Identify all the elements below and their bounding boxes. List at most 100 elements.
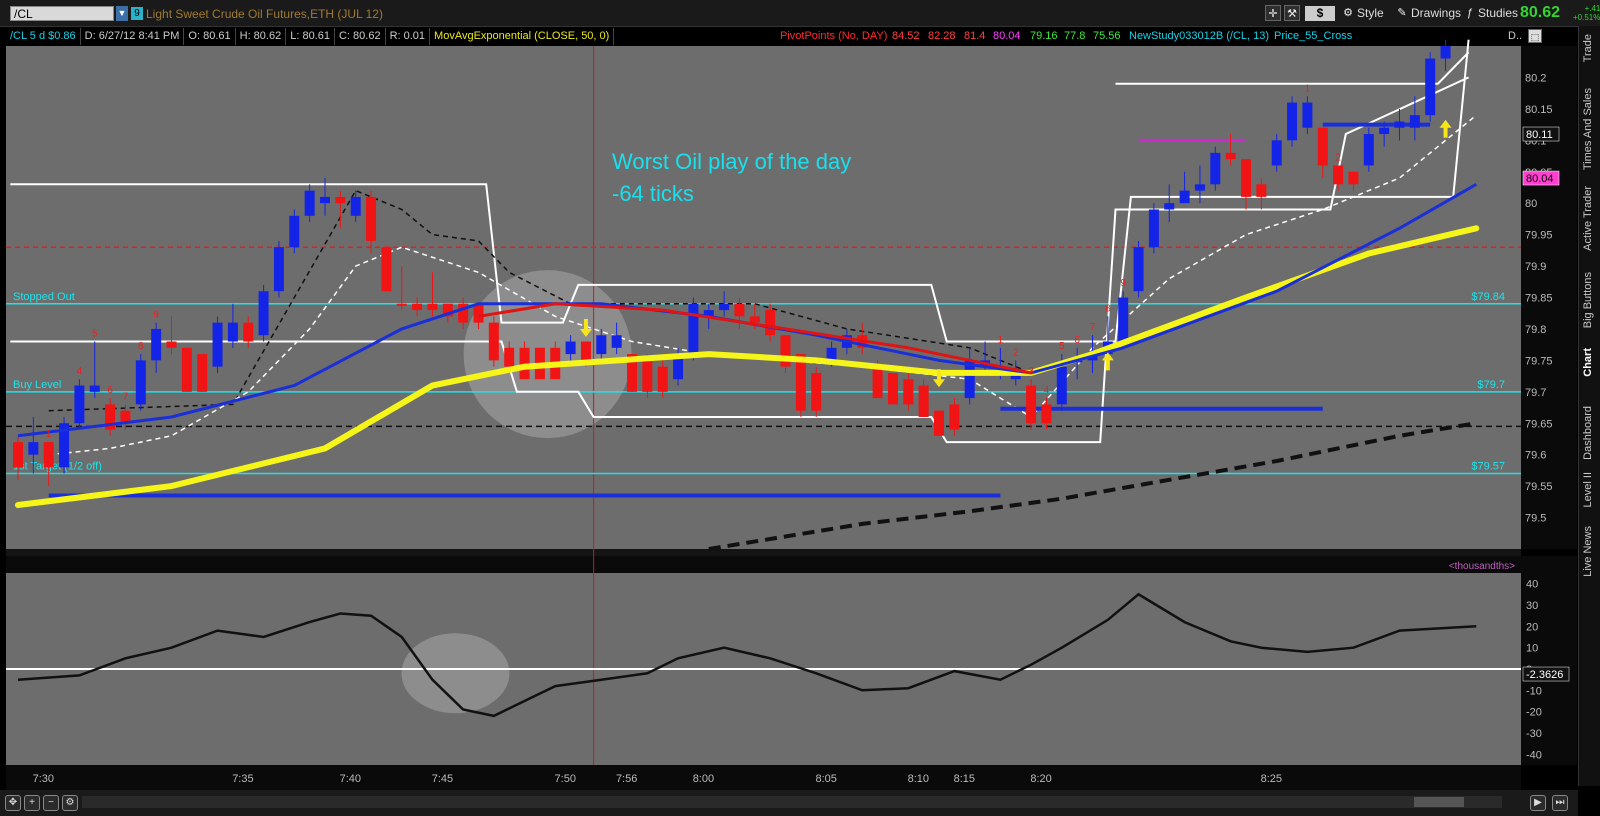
wrench-icon[interactable]: ⚒ bbox=[1284, 5, 1300, 21]
tab-active-trader[interactable]: Active Trader bbox=[1582, 186, 1594, 251]
horizontal-scrollbar[interactable] bbox=[82, 796, 1502, 808]
candle-body bbox=[1394, 121, 1405, 128]
tag-l[interactable]: L bbox=[221, 50, 259, 67]
zoom-in-icon[interactable]: + bbox=[24, 795, 40, 811]
candle-body bbox=[13, 442, 23, 468]
candle-body bbox=[1256, 184, 1267, 197]
bar-range: R: 0.01 bbox=[386, 28, 431, 45]
pivot-pp: 80.04 bbox=[993, 30, 1021, 42]
candle-body bbox=[765, 310, 776, 336]
tab-times-and-sales[interactable]: Times And Sales bbox=[1582, 88, 1594, 170]
osc-value-badge bbox=[1522, 666, 1570, 682]
studies-button[interactable]: Studies bbox=[1478, 5, 1518, 22]
tab-level-ii[interactable]: Level II bbox=[1582, 472, 1594, 507]
style-icon[interactable]: ⚙ bbox=[1340, 5, 1356, 21]
price-cross-label[interactable]: Price_55_Cross bbox=[1274, 28, 1352, 45]
zoom-out-icon[interactable]: − bbox=[43, 795, 59, 811]
settings-icon[interactable]: ⚙ bbox=[62, 795, 78, 811]
oscillator-highlight-circle bbox=[401, 633, 510, 714]
price-tick-label: 79.8 bbox=[1525, 324, 1546, 336]
price-tick-label: 79.55 bbox=[1525, 481, 1553, 493]
osc-tick-label: 10 bbox=[1526, 643, 1538, 655]
level-label: Buy Level bbox=[13, 379, 61, 391]
d-label: D.. bbox=[1508, 30, 1523, 42]
candle-body bbox=[289, 215, 300, 248]
candle-body bbox=[181, 347, 192, 392]
tag-lr[interactable]: LR bbox=[263, 50, 301, 67]
time-tick-label: 7:35 bbox=[232, 773, 253, 785]
candle-body bbox=[1348, 171, 1359, 185]
scroll-end-icon[interactable]: ⏭ bbox=[1552, 795, 1568, 811]
level-price-label: $79.7 bbox=[1477, 379, 1505, 391]
black-dashed-ema bbox=[708, 421, 1477, 551]
drawings-button[interactable]: Drawings bbox=[1411, 5, 1461, 22]
price-chart[interactable]: Stopped Out $79.84Buy Level $79.71st Targe… bbox=[0, 0, 1578, 790]
symbol-input[interactable]: /CL bbox=[10, 6, 114, 21]
candle-body bbox=[1317, 127, 1328, 166]
candle-body bbox=[442, 303, 453, 317]
time-tick-label: 7:56 bbox=[616, 773, 637, 785]
newstudy-label[interactable]: NewStudy033012B (/CL, 13) bbox=[1129, 28, 1269, 45]
pivot-r2: 82.28 bbox=[928, 30, 956, 42]
candle-body bbox=[872, 366, 883, 399]
count-label: 1 bbox=[46, 429, 52, 440]
count-label: 6 bbox=[107, 385, 113, 396]
candle-body bbox=[642, 360, 653, 392]
pivot-s3: 75.56 bbox=[1093, 30, 1121, 42]
pivot-study-label[interactable]: PivotPoints (No, DAY) bbox=[780, 28, 887, 45]
link-group-badge[interactable]: 9 bbox=[131, 7, 143, 20]
osc-tick-label: 30 bbox=[1526, 600, 1538, 612]
candle-body bbox=[1333, 165, 1344, 185]
candle-body bbox=[565, 341, 576, 355]
price-tick-label: 79.65 bbox=[1525, 418, 1553, 430]
candle-body bbox=[1072, 360, 1083, 363]
price-tick-label: 80.1 bbox=[1525, 135, 1546, 147]
price-tick-label: 79.6 bbox=[1525, 450, 1546, 462]
level-price-label: $79.84 bbox=[1471, 291, 1505, 303]
tab-dashboard[interactable]: Dashboard bbox=[1582, 406, 1594, 460]
candle-body bbox=[780, 335, 791, 367]
tab-live-news[interactable]: Live News bbox=[1582, 526, 1594, 577]
osc-tick-label: -10 bbox=[1526, 685, 1542, 697]
tab-chart[interactable]: Chart bbox=[1582, 348, 1594, 377]
candle-body bbox=[366, 196, 377, 241]
tab-big-buttons[interactable]: Big Buttons bbox=[1582, 272, 1594, 328]
candle-body bbox=[964, 360, 975, 399]
count-label: 9 bbox=[1120, 278, 1126, 289]
scrollbar-thumb[interactable] bbox=[1414, 797, 1464, 807]
price-tick-label: 79.75 bbox=[1525, 355, 1553, 367]
candle-body bbox=[120, 410, 131, 424]
last-price: 80.62 bbox=[1520, 4, 1561, 21]
candle-body bbox=[504, 347, 515, 367]
buy-arrow-icon bbox=[1439, 119, 1452, 138]
candle-body bbox=[811, 372, 822, 411]
candle-body bbox=[273, 247, 284, 292]
candle-body bbox=[1363, 134, 1374, 166]
candle-body bbox=[427, 303, 438, 311]
price-badge bbox=[1522, 126, 1560, 142]
info-icon[interactable]: i bbox=[303, 51, 318, 66]
maximize-icon[interactable]: ⬚ bbox=[1528, 29, 1542, 43]
tab-trade[interactable]: Trade bbox=[1582, 34, 1594, 62]
symbol-dropdown-icon[interactable]: ▼ bbox=[116, 6, 128, 21]
time-tick-label: 8:05 bbox=[815, 773, 836, 785]
tag-p50[interactable]: P50 bbox=[175, 50, 217, 67]
movavg-study-label[interactable]: MovAvgExponential (CLOSE, 50, 0) bbox=[430, 28, 615, 45]
candle-body bbox=[1271, 140, 1282, 166]
count-label: 8 bbox=[138, 341, 144, 352]
studies-icon[interactable]: ƒ bbox=[1462, 5, 1478, 21]
highlight-circle bbox=[463, 270, 632, 439]
scroll-right-icon[interactable]: ▶ bbox=[1530, 795, 1546, 811]
crosshair-icon[interactable]: ✛ bbox=[1265, 5, 1281, 21]
candle-body bbox=[59, 423, 70, 468]
candle-body bbox=[826, 347, 837, 361]
candle-body bbox=[841, 335, 852, 348]
pan-icon[interactable]: ✥ bbox=[5, 795, 21, 811]
candle-body bbox=[1425, 58, 1436, 116]
style-button[interactable]: Style bbox=[1357, 5, 1384, 22]
adx-label[interactable]: ADX: Accumulation Strength bbox=[8, 49, 170, 84]
bar-date: D: 6/27/12 8:41 PM bbox=[81, 28, 185, 45]
envelope-lower bbox=[10, 76, 1470, 444]
drawings-icon[interactable]: ✎ bbox=[1394, 5, 1410, 21]
dollar-button[interactable]: $ bbox=[1305, 6, 1335, 21]
